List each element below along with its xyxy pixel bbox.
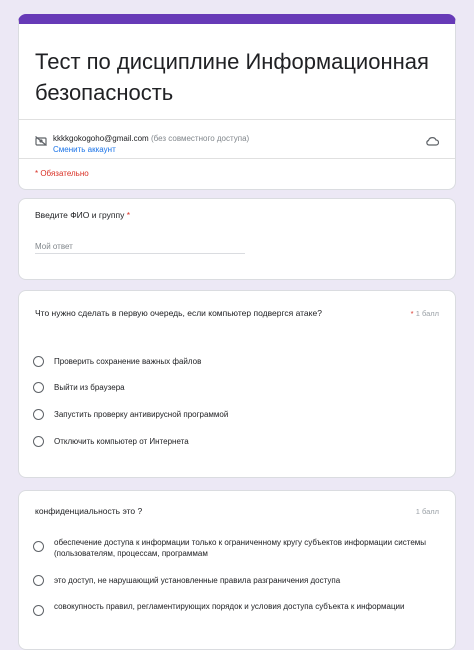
header-divider-2 [19, 158, 455, 159]
question-card-attack: Что нужно сделать в первую очередь, если… [18, 290, 456, 478]
question-title: Введите ФИО и группу * [35, 209, 395, 222]
radio-button[interactable] [33, 575, 44, 586]
form-page: Тест по дисциплине Информационная безопа… [0, 0, 474, 650]
radio-button[interactable] [33, 409, 44, 420]
radio-button[interactable] [33, 356, 44, 367]
option-radio[interactable]: Отключить компьютер от Интернета [33, 436, 443, 447]
option-radio[interactable]: совокупность правил, регламентирующих по… [33, 601, 443, 616]
header-divider [19, 119, 455, 120]
switch-account-link[interactable]: Сменить аккаунт [53, 145, 116, 154]
radio-button[interactable] [33, 382, 44, 393]
cloud-icon[interactable] [425, 136, 439, 146]
name-group-input[interactable] [35, 239, 245, 254]
radio-button[interactable] [33, 605, 44, 616]
form-header-card: Тест по дисциплине Информационная безопа… [18, 14, 456, 190]
account-crossed-icon [35, 136, 47, 146]
option-radio[interactable]: обеспечение доступа к информации только … [33, 537, 443, 559]
question-title: Что нужно сделать в первую очередь, если… [35, 307, 375, 320]
question-title: конфиденциальность это ? [35, 505, 395, 518]
question-text: конфиденциальность это ? [35, 506, 143, 516]
form-title: Тест по дисциплине Информационная безопа… [35, 49, 429, 105]
question-points: 1 балл [415, 507, 439, 516]
required-asterisk: * [410, 309, 414, 318]
question-card-confidentiality: конфиденциальность это ? 1 балл обеспече… [18, 490, 456, 650]
account-sharing-note: (без совместного доступа) [150, 134, 250, 143]
option-label: Выйти из браузера [54, 383, 125, 392]
question-text: Что нужно сделать в первую очередь, если… [35, 308, 322, 318]
points-label: 1 балл [415, 309, 439, 318]
question-text: Введите ФИО и группу [35, 210, 125, 220]
radio-button[interactable] [33, 541, 44, 552]
option-label: Отключить компьютер от Интернета [54, 437, 189, 446]
option-radio[interactable]: Запустить проверку антивирусной программ… [33, 409, 443, 420]
option-label: Запустить проверку антивирусной программ… [54, 410, 229, 419]
radio-button[interactable] [33, 436, 44, 447]
option-radio[interactable]: это доступ, не нарушающий установленные … [33, 575, 443, 586]
question-card-name: Введите ФИО и группу * [18, 198, 456, 280]
required-note: * Обязательно [35, 169, 89, 178]
option-label: Проверить сохранение важных файлов [54, 357, 202, 366]
account-email: kkkkgokogoho@gmail.com [53, 134, 149, 143]
option-label: совокупность правил, регламентирующих по… [54, 602, 405, 611]
required-asterisk: * [126, 210, 131, 220]
account-line: kkkkgokogoho@gmail.com (без совместного … [53, 134, 249, 143]
question-points: * 1 балл [411, 309, 439, 318]
option-radio[interactable]: Проверить сохранение важных файлов [33, 356, 443, 367]
option-radio[interactable]: Выйти из браузера [33, 382, 443, 393]
option-label: это доступ, не нарушающий установленные … [54, 576, 341, 585]
option-label: обеспечение доступа к информации только … [54, 538, 427, 558]
